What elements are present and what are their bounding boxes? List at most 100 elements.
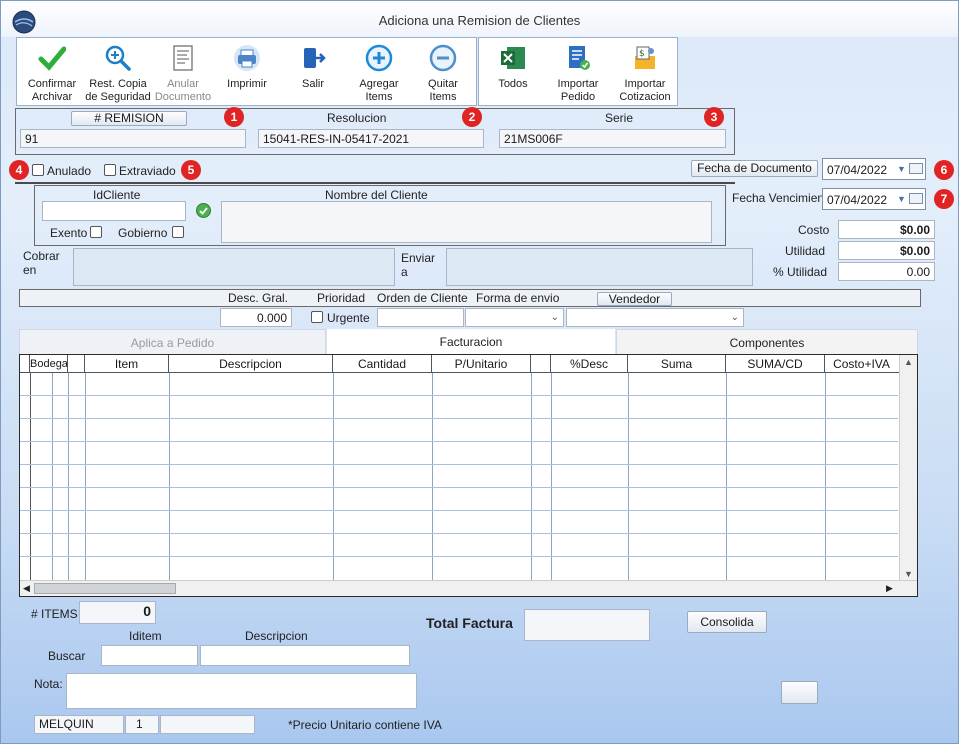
confirm-cliente-icon[interactable] bbox=[196, 203, 211, 218]
badge-3: 3 bbox=[704, 107, 724, 127]
col-descripcion[interactable]: Descripcion bbox=[169, 355, 333, 373]
scroll-up-icon[interactable]: ▲ bbox=[904, 357, 913, 367]
exento-checkbox[interactable] bbox=[90, 226, 102, 238]
horizontal-scrollbar[interactable]: ◀ ▶ bbox=[20, 580, 917, 596]
fecha-documento-picker[interactable]: 07/04/2022 ▼ bbox=[822, 158, 926, 180]
dropdown-arrow-icon: ▼ bbox=[897, 194, 906, 204]
col-pct-desc[interactable]: %Desc bbox=[551, 355, 628, 373]
resolucion-label: Resolucion bbox=[327, 111, 387, 125]
fecha-vencimiento-value: 07/04/2022 bbox=[827, 193, 888, 207]
exento-label: Exento bbox=[50, 226, 88, 240]
todos-button[interactable]: Todos bbox=[483, 38, 543, 105]
col-bodega[interactable]: Bodega bbox=[30, 355, 68, 373]
buscar-descripcion-input[interactable] bbox=[200, 645, 410, 666]
vendedor-select[interactable]: ⌄ bbox=[566, 308, 744, 327]
col-item[interactable]: Item bbox=[85, 355, 169, 373]
tab-componentes[interactable]: Componentes bbox=[616, 329, 918, 355]
fecha-vencimiento-picker[interactable]: 07/04/2022 ▼ bbox=[822, 188, 926, 210]
cobrar-en-field[interactable] bbox=[73, 248, 395, 286]
window: Adiciona una Remision de Clientes Confir… bbox=[0, 0, 959, 744]
grid-vline bbox=[628, 373, 629, 581]
col-costo-iva[interactable]: Costo+IVA bbox=[825, 355, 898, 373]
scroll-right-icon[interactable]: ▶ bbox=[886, 583, 893, 594]
col-suma[interactable]: Suma bbox=[628, 355, 726, 373]
grid-vline bbox=[68, 373, 69, 581]
items-grid[interactable]: Bodega Item Descripcion Cantidad P/Unita… bbox=[19, 354, 918, 597]
zoom-in-icon bbox=[105, 45, 131, 71]
anular-label: Anular Documento bbox=[154, 78, 212, 103]
idcliente-input[interactable] bbox=[42, 201, 186, 221]
scroll-thumb[interactable] bbox=[34, 583, 176, 594]
costo-value: $0.00 bbox=[838, 220, 935, 239]
nombre-cliente-field[interactable] bbox=[221, 201, 712, 243]
grid-row-line bbox=[20, 395, 898, 396]
consolida-button[interactable]: Consolida bbox=[687, 611, 767, 633]
agregar-items-button[interactable]: Agregar Items bbox=[349, 38, 409, 105]
status-extra bbox=[160, 715, 255, 734]
scroll-down-icon[interactable]: ▼ bbox=[904, 569, 913, 579]
confirmar-archivar-button[interactable]: Confirmar Archivar bbox=[21, 38, 83, 105]
grid-vline bbox=[169, 373, 170, 581]
forma-envio-select[interactable]: ⌄ bbox=[465, 308, 564, 327]
grid-vline bbox=[432, 373, 433, 581]
grid-header: Bodega Item Descripcion Cantidad P/Unita… bbox=[20, 355, 900, 373]
imprimir-button[interactable]: Imprimir bbox=[217, 38, 277, 105]
remision-number-field[interactable]: 91 bbox=[20, 129, 246, 148]
importar-cotizacion-label: Importar Cotizacion bbox=[619, 78, 671, 103]
tab-facturacion[interactable]: Facturacion bbox=[327, 329, 615, 355]
status-number: 1 bbox=[125, 715, 159, 734]
importar-cotizacion-button[interactable]: $ Importar Cotizacion bbox=[613, 38, 677, 105]
anulado-label: Anulado bbox=[47, 164, 92, 178]
items-count-value: 0 bbox=[79, 601, 156, 624]
gobierno-checkbox[interactable] bbox=[172, 226, 184, 238]
buscar-iditem-input[interactable] bbox=[101, 645, 198, 666]
badge-1: 1 bbox=[224, 107, 244, 127]
fecha-documento-button[interactable]: Fecha de Documento bbox=[691, 160, 818, 177]
serie-field[interactable]: 21MS006F bbox=[499, 129, 726, 148]
badge-2: 2 bbox=[462, 107, 482, 127]
precio-iva-note: *Precio Unitario contiene IVA bbox=[288, 718, 442, 732]
importar-pedido-label: Importar Pedido bbox=[557, 78, 599, 103]
scroll-left-icon[interactable]: ◀ bbox=[23, 583, 30, 594]
document-icon bbox=[173, 45, 193, 71]
chevron-down-icon: ⌄ bbox=[550, 312, 559, 323]
col-punitario[interactable]: P/Unitario bbox=[432, 355, 531, 373]
col-cantidad[interactable]: Cantidad bbox=[333, 355, 432, 373]
total-factura-label: Total Factura bbox=[426, 615, 513, 631]
anular-documento-button[interactable]: Anular Documento bbox=[153, 38, 213, 105]
remision-label-button[interactable]: # REMISION bbox=[71, 111, 187, 126]
anulado-checkbox[interactable] bbox=[32, 164, 44, 176]
status-user: MELQUIN bbox=[34, 715, 124, 734]
badge-6: 6 bbox=[934, 160, 954, 180]
vendedor-button[interactable]: Vendedor bbox=[597, 292, 672, 306]
rest-copia-button[interactable]: Rest. Copia de Seguridad bbox=[85, 38, 151, 105]
enviar-a-field[interactable] bbox=[446, 248, 753, 286]
grid-row-line bbox=[20, 556, 898, 557]
quote-icon: $ bbox=[635, 46, 655, 69]
desc-gral-input[interactable]: 0.000 bbox=[220, 308, 292, 327]
total-factura-value bbox=[524, 609, 650, 641]
blank-button[interactable] bbox=[781, 681, 818, 704]
quitar-items-button[interactable]: Quitar Items bbox=[413, 38, 473, 105]
fecha-vencimiento-label: Fecha Vencimien bbox=[732, 191, 825, 205]
extraviado-checkbox[interactable] bbox=[104, 164, 116, 176]
fecha-documento-value: 07/04/2022 bbox=[827, 163, 888, 177]
tab-aplica-pedido[interactable]: Aplica a Pedido bbox=[19, 329, 326, 355]
urgente-checkbox[interactable] bbox=[311, 311, 323, 323]
utilidad-label: Utilidad bbox=[785, 244, 826, 258]
dropdown-arrow-icon: ▼ bbox=[897, 164, 906, 174]
urgente-label: Urgente bbox=[327, 311, 370, 325]
col-suma-cd[interactable]: SUMA/CD bbox=[726, 355, 825, 373]
separator bbox=[15, 182, 735, 184]
serie-label: Serie bbox=[605, 111, 634, 125]
order-document-icon bbox=[569, 46, 590, 70]
nota-textarea[interactable] bbox=[66, 673, 417, 709]
resolucion-field[interactable]: 15041-RES-IN-05417-2021 bbox=[258, 129, 484, 148]
pct-utilidad-label: % Utilidad bbox=[773, 265, 828, 279]
orden-cliente-input[interactable] bbox=[377, 308, 464, 327]
importar-pedido-button[interactable]: Importar Pedido bbox=[547, 38, 609, 105]
col-spacer-1 bbox=[68, 355, 85, 373]
title-bar: Adiciona una Remision de Clientes bbox=[1, 1, 958, 37]
salir-button[interactable]: Salir bbox=[283, 38, 343, 105]
vertical-scrollbar[interactable]: ▲ ▼ bbox=[899, 355, 917, 581]
